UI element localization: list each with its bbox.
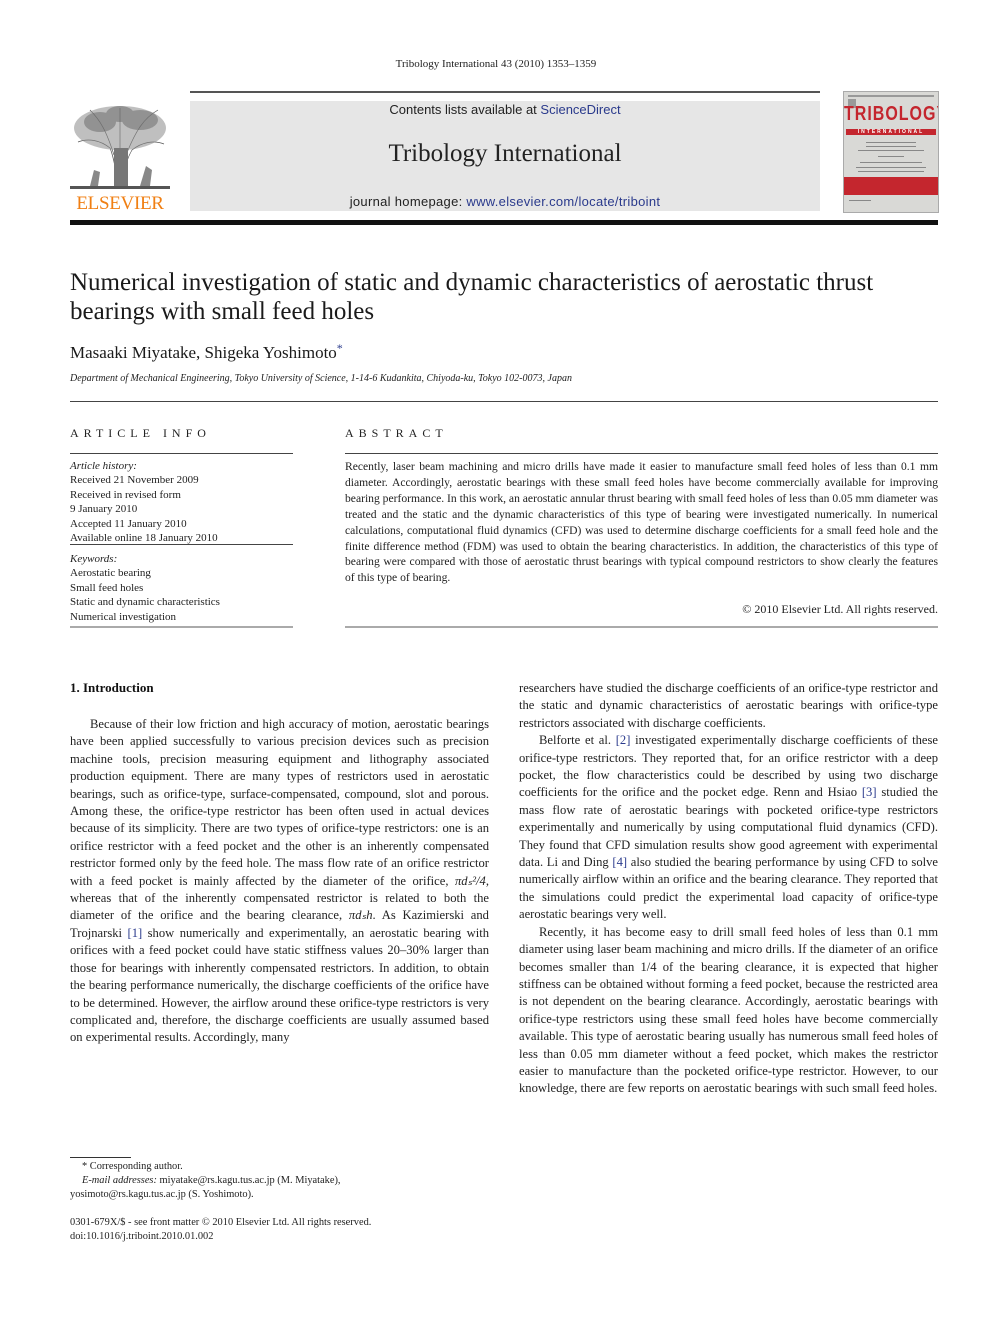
article-info-rule — [70, 544, 293, 545]
history-item: Received in revised form — [70, 488, 181, 501]
article-title: Numerical investigation of static and dy… — [70, 269, 874, 325]
abstract-text: Recently, laser beam machining and micro… — [345, 460, 938, 585]
email-address[interactable]: miyatake@rs.kagu.tus.ac.jp (M. Miyatake)… — [157, 1175, 341, 1186]
running-header: Tribology International 43 (2010) 1353–1… — [395, 58, 597, 70]
journal-homepage-line: journal homepage: www.elsevier.com/locat… — [190, 194, 820, 209]
history-item: Received 21 November 2009 — [70, 474, 199, 487]
math-orifice-area: πdₛ²/4 — [454, 873, 486, 888]
article-info-heading: ARTICLE INFO — [70, 426, 211, 440]
affiliation: Department of Mechanical Engineering, To… — [70, 373, 572, 384]
masthead-bottom-rule — [70, 220, 938, 225]
corresponding-author-note: * Corresponding author. — [82, 1161, 183, 1172]
contents-line: Contents lists available at ScienceDirec… — [190, 102, 820, 117]
paragraph: Because of their low friction and high a… — [70, 716, 489, 1047]
corresponding-author-mark[interactable]: * — [337, 341, 343, 355]
cover-text-line — [856, 167, 926, 168]
body-column-left: Because of their low friction and high a… — [70, 716, 489, 1047]
title-divider — [70, 401, 938, 402]
paragraph-text: Belforte et al. — [539, 733, 616, 748]
cover-text-line — [858, 171, 924, 172]
paragraph: Belforte et al. [2] investigated experim… — [519, 732, 938, 923]
email-address[interactable]: yosimoto@rs.kagu.tus.ac.jp (S. Yoshimoto… — [70, 1188, 490, 1202]
body-column-right: researchers have studied the discharge c… — [519, 680, 938, 1098]
cover-text-line — [866, 146, 916, 147]
cover-subtitle: INTERNATIONAL — [846, 129, 936, 135]
paragraph-text: Because of their low friction and high a… — [70, 717, 489, 888]
sciencedirect-link[interactable]: ScienceDirect — [540, 102, 620, 117]
cover-text-line — [866, 142, 916, 143]
keyword-item: Small feed holes — [70, 581, 144, 594]
history-item: Accepted 11 January 2010 — [70, 517, 187, 530]
math-curtain-area: πdₛh — [348, 908, 373, 923]
article-history-label: Article history: — [70, 460, 137, 472]
paragraph-text: show numerically and experimentally, an … — [70, 925, 489, 1045]
front-matter: 0301-679X/$ - see front matter © 2010 El… — [70, 1216, 490, 1244]
journal-title: Tribology International — [388, 140, 622, 167]
cover-text-line — [860, 162, 922, 163]
journal-cover-thumbnail[interactable]: TRIBOLOGY INTERNATIONAL — [843, 91, 939, 213]
abstract-copyright: © 2010 Elsevier Ltd. All rights reserved… — [742, 602, 938, 616]
cover-footer-mark — [849, 200, 871, 201]
paragraph: researchers have studied the discharge c… — [519, 681, 938, 730]
elsevier-wordmark: ELSEVIER — [76, 193, 164, 214]
article-history: Article history: Received 21 November 20… — [70, 459, 293, 545]
section-heading-introduction: 1. Introduction — [70, 680, 154, 695]
contents-prefix: Contents lists available at — [389, 102, 541, 117]
doi[interactable]: doi:10.1016/j.triboint.2010.01.002 — [70, 1230, 490, 1244]
keywords-label: Keywords: — [70, 553, 118, 565]
footnotes: * Corresponding author. E-mail addresses… — [70, 1160, 490, 1202]
keyword-item: Aerostatic bearing — [70, 567, 151, 580]
cover-title: TRIBOLOGY — [844, 103, 939, 125]
cover-top-rule — [848, 95, 934, 97]
citation-link[interactable]: [1] — [128, 926, 143, 940]
masthead-top-rule — [190, 91, 820, 93]
history-item: 9 January 2010 — [70, 503, 138, 516]
authors: Masaaki Miyatake, Shigeka Yoshimoto — [70, 343, 337, 362]
cover-text-line — [878, 156, 904, 157]
abstract-bottom-rule — [345, 626, 938, 628]
keyword-item: Numerical investigation — [70, 610, 176, 623]
cover-text-line — [858, 150, 924, 151]
journal-homepage-link[interactable]: www.elsevier.com/locate/triboint — [466, 194, 660, 209]
author-list: Masaaki Miyatake, Shigeka Yoshimoto* — [70, 341, 343, 363]
article-info-bottom-rule — [70, 626, 293, 628]
cover-red-band — [844, 177, 938, 195]
footnote-rule — [70, 1157, 131, 1158]
keywords: Keywords: Aerostatic bearing Small feed … — [70, 552, 293, 624]
paragraph: Recently, it has become easy to drill sm… — [519, 924, 938, 1096]
email-line: E-mail addresses: miyatake@rs.kagu.tus.a… — [70, 1174, 490, 1188]
article-info-rule — [70, 453, 293, 454]
abstract-rule — [345, 453, 938, 454]
issn-copyright: 0301-679X/$ - see front matter © 2010 El… — [70, 1217, 372, 1228]
homepage-prefix: journal homepage: — [349, 194, 467, 209]
keyword-item: Static and dynamic characteristics — [70, 596, 220, 609]
abstract-heading: ABSTRACT — [345, 426, 448, 440]
email-label: E-mail addresses: — [82, 1175, 157, 1186]
citation-link[interactable]: [3] — [862, 785, 877, 799]
citation-link[interactable]: [2] — [616, 733, 631, 747]
citation-link[interactable]: [4] — [612, 855, 627, 869]
